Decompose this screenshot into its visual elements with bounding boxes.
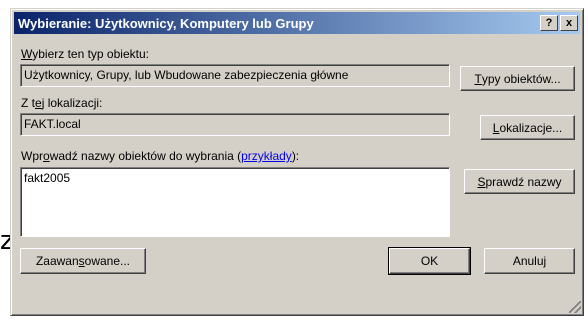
object-type-label: Wybierz ten typ obiektu: xyxy=(21,47,149,61)
window-title: Wybieranie: Użytkownicy, Komputery lub G… xyxy=(18,15,314,31)
title-buttons: ? x xyxy=(540,15,578,31)
help-button[interactable]: ? xyxy=(540,15,558,31)
object-type-field: Użytkownicy, Grupy, lub Wbudowane zabezp… xyxy=(20,64,450,87)
resize-grip-icon[interactable] xyxy=(569,301,581,313)
names-label: Wprowadź nazwy obiektów do wybrania (prz… xyxy=(21,149,300,163)
cancel-button[interactable]: Anuluj xyxy=(484,248,575,274)
location-field: FAKT.local xyxy=(20,113,450,136)
locations-button[interactable]: Lokalizacje... xyxy=(480,115,575,140)
advanced-button[interactable]: Zaawan s owane... xyxy=(20,248,146,274)
select-users-dialog: Wybieranie: Użytkownicy, Komputery lub G… xyxy=(10,8,584,316)
close-button[interactable]: x xyxy=(560,15,578,31)
object-types-button[interactable]: Typy obiektów... xyxy=(460,66,575,91)
check-names-button[interactable]: Sprawdź nazwy xyxy=(464,169,575,194)
title-bar[interactable]: Wybieranie: Użytkownicy, Komputery lub G… xyxy=(14,12,580,34)
location-label: Z tej lokalizacji: xyxy=(21,96,103,110)
examples-link[interactable]: przykłady xyxy=(241,149,292,163)
ok-button[interactable]: OK xyxy=(388,247,471,275)
object-names-input[interactable]: fakt2005 xyxy=(20,167,450,237)
